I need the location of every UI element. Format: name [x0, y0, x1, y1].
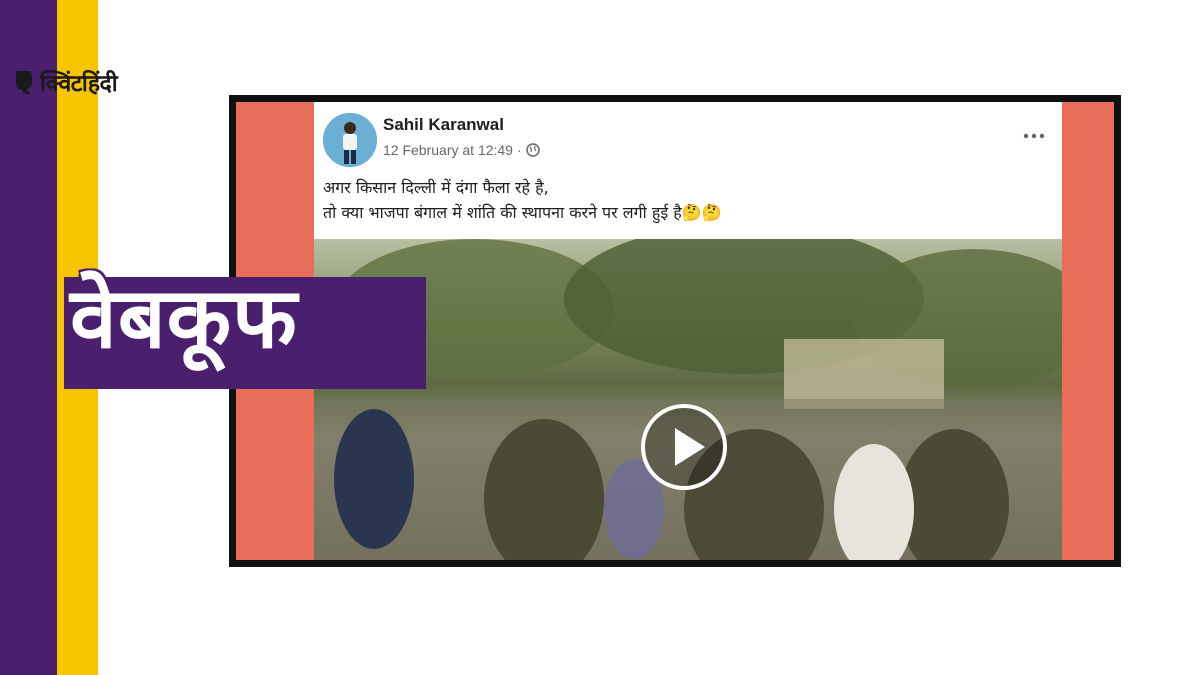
left-purple-stripe — [0, 0, 57, 675]
post-text-line-2: तो क्या भाजपा बंगाल में शांति की स्थापना… — [323, 203, 722, 222]
video-player[interactable] — [314, 239, 1062, 560]
more-options-icon[interactable] — [1022, 130, 1046, 142]
post-meta: 12 February at 12:49 · — [383, 142, 540, 158]
post-text: अगर किसान दिल्ली में दंगा फैला रहे है, त… — [323, 175, 722, 225]
post-text-line-1: अगर किसान दिल्ली में दंगा फैला रहे है, — [323, 178, 549, 197]
facebook-post: Sahil Karanwal 12 February at 12:49 · अग… — [314, 102, 1062, 239]
avatar[interactable] — [323, 113, 377, 167]
person-icon — [323, 113, 377, 167]
post-author-name[interactable]: Sahil Karanwal — [383, 115, 504, 135]
video-frame-image — [314, 239, 1062, 560]
verdict-label: वेबकूफ — [52, 243, 426, 393]
quint-q-icon — [16, 71, 32, 94]
globe-icon — [525, 143, 540, 157]
play-icon[interactable] — [641, 404, 727, 490]
verdict-label-text: वेबकूफ — [70, 269, 298, 367]
brand-name: क्विंटहिंदी — [40, 71, 118, 97]
post-timestamp[interactable]: 12 February at 12:49 · — [383, 142, 522, 158]
brand-logo: क्विंटहिंदी — [14, 66, 118, 98]
